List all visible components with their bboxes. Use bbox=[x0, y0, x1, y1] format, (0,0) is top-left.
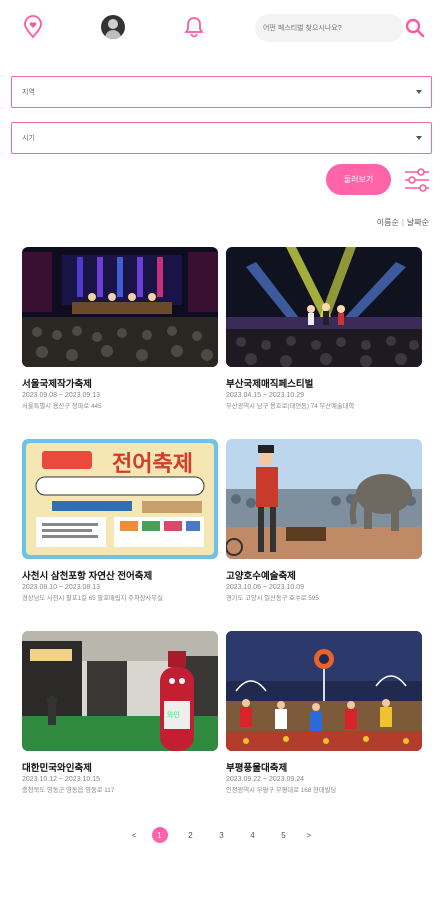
chevron-down-icon bbox=[416, 136, 422, 140]
festival-title: 부평풍물대축제 bbox=[226, 763, 288, 774]
festival-title: 사천시 삼천포항 자연산 전어축제 bbox=[22, 571, 153, 582]
festival-card[interactable]: 서울국제작가축제 2023.09.08 ~ 2023.09.13 서울특별시 용… bbox=[22, 247, 218, 410]
prev-page-button[interactable]: < bbox=[132, 831, 137, 840]
festival-card[interactable]: 고양호수예술축제 2023.10.06 ~ 2023.10.09 경기도 고양시… bbox=[226, 439, 422, 602]
festival-address: 부산광역시 남구 용호로(대연동) 74 부산예술대학 bbox=[226, 403, 355, 410]
festival-address: 충청북도 영동군 영동읍 영동로 117 bbox=[22, 787, 115, 794]
festival-image: 전어축제 bbox=[22, 439, 218, 559]
festival-date: 2023.04.15 ~ 2023.10.29 bbox=[226, 392, 305, 399]
sort-options: 이름순 | 날짜순 bbox=[376, 218, 429, 227]
festival-image: 와인 bbox=[22, 631, 218, 751]
festival-address: 경기도 고양시 일산동구 호수로 595 bbox=[226, 595, 319, 602]
search-input[interactable] bbox=[255, 14, 399, 42]
avatar[interactable] bbox=[101, 15, 125, 39]
festival-address: 서울특별시 용산구 청파로 445 bbox=[22, 403, 102, 410]
festival-address: 인천광역시 부평구 부평대로 168 현대빌딩 bbox=[226, 787, 337, 794]
region-select[interactable]: 지역 bbox=[11, 76, 432, 108]
festival-address: 경상남도 사천시 팔포1길 65 팔포매립지 주차장사무실 bbox=[22, 595, 163, 602]
search-icon[interactable] bbox=[403, 16, 427, 40]
search-box bbox=[255, 14, 403, 42]
sort-by-name[interactable]: 이름순 bbox=[377, 218, 399, 227]
festival-title: 부산국제매직페스티벌 bbox=[226, 379, 314, 390]
browse-button[interactable]: 둘러보기 bbox=[326, 164, 391, 195]
festival-card[interactable]: 부평풍물대축제 2023.09.22 ~ 2023.09.24 인천광역시 부평… bbox=[226, 631, 422, 794]
festival-title: 서울국제작가축제 bbox=[22, 379, 92, 390]
svg-text:와인: 와인 bbox=[167, 710, 180, 719]
festival-image bbox=[226, 439, 422, 559]
region-select-label: 지역 bbox=[22, 89, 35, 96]
pagination: < 1 2 3 4 5 > bbox=[0, 827, 443, 843]
festival-image bbox=[226, 247, 422, 367]
chevron-down-icon bbox=[416, 90, 422, 94]
festival-card[interactable]: 와인 대한민국와인축제 2023.10.12 ~ 2023.10.15 충청북도… bbox=[22, 631, 218, 794]
festival-date: 2023.08.10 ~ 2023.08.13 bbox=[22, 584, 101, 591]
page-1[interactable]: 1 bbox=[151, 827, 168, 843]
festival-image bbox=[226, 631, 422, 751]
festival-title: 고양호수예술축제 bbox=[226, 571, 296, 582]
festival-title: 대한민국와인축제 bbox=[22, 763, 92, 774]
sliders-icon[interactable] bbox=[403, 166, 431, 194]
festival-card[interactable]: 부산국제매직페스티벌 2023.04.15 ~ 2023.10.29 부산광역시… bbox=[226, 247, 422, 410]
next-page-button[interactable]: > bbox=[307, 831, 312, 840]
page-3[interactable]: 3 bbox=[214, 827, 230, 843]
period-select-label: 시기 bbox=[22, 135, 35, 142]
festival-card[interactable]: 전어축제 사천시 삼천포항 자연산 전어축제 2023.08.10 ~ 2023… bbox=[22, 439, 218, 602]
festival-date: 2023.10.12 ~ 2023.10.15 bbox=[22, 776, 101, 783]
svg-text:전어축제: 전어축제 bbox=[112, 451, 193, 477]
period-select[interactable]: 시기 bbox=[11, 122, 432, 154]
page-5[interactable]: 5 bbox=[276, 827, 292, 843]
sort-by-date[interactable]: 날짜순 bbox=[407, 218, 429, 227]
festival-date: 2023.09.22 ~ 2023.09.24 bbox=[226, 776, 305, 783]
top-bar bbox=[0, 0, 443, 60]
location-heart-icon[interactable] bbox=[20, 14, 46, 40]
page-4[interactable]: 4 bbox=[245, 827, 261, 843]
festival-date: 2023.09.08 ~ 2023.09.13 bbox=[22, 392, 101, 399]
page-2[interactable]: 2 bbox=[183, 827, 199, 843]
bell-icon[interactable] bbox=[181, 14, 207, 40]
festival-date: 2023.10.06 ~ 2023.10.09 bbox=[226, 584, 305, 591]
festival-image bbox=[22, 247, 218, 367]
